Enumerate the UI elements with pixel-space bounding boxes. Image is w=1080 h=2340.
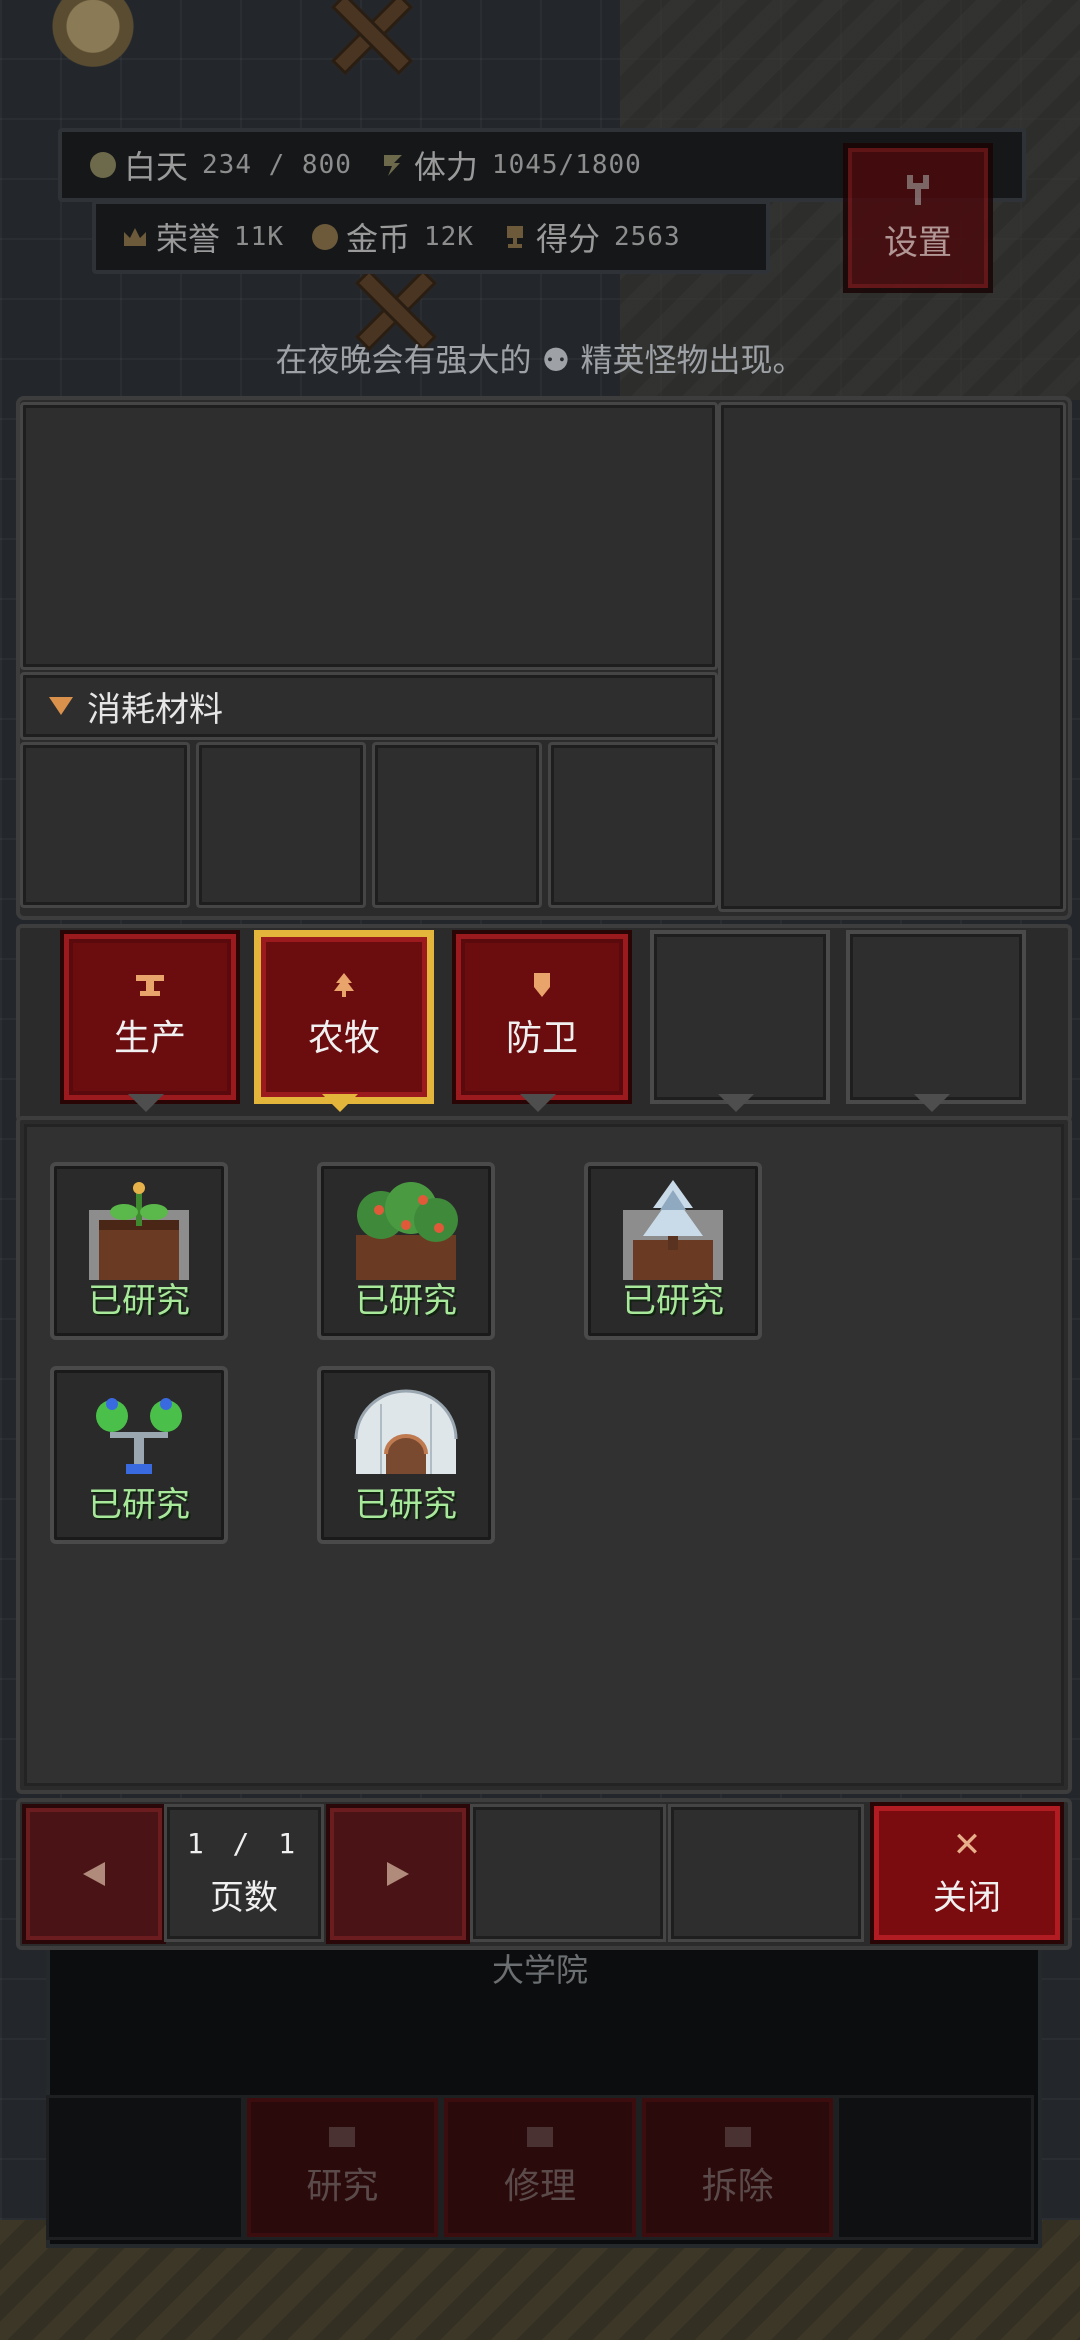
- repair-action-button[interactable]: 修理: [441, 2095, 639, 2240]
- status-bar-bottom: 荣誉 11K 金币 12K 得分 2563: [92, 200, 770, 274]
- research-description-box: [20, 402, 718, 670]
- researched-status: 已研究: [355, 1281, 457, 1321]
- stamina-value: 1045/1800: [491, 150, 642, 180]
- daytime-value: 234 / 800: [202, 150, 352, 180]
- material-slots: [20, 742, 718, 908]
- research-action-label: 研究: [306, 2165, 379, 2207]
- gold-stat: 金币 12K: [311, 214, 474, 260]
- demolish-action-label: 拆除: [701, 2165, 774, 2207]
- research-item-fruit-bush[interactable]: 已研究: [317, 1162, 495, 1340]
- wrench-icon: [907, 174, 929, 205]
- page-number: 1 / 1: [186, 1827, 302, 1860]
- settings-label: 设置: [884, 222, 952, 263]
- researched-status: 已研究: [622, 1281, 724, 1321]
- snow-pine-icon: [623, 1180, 723, 1280]
- honor-label: 荣誉: [156, 220, 221, 258]
- researched-status: 已研究: [88, 1485, 190, 1525]
- building-empty-slot: [836, 2095, 1034, 2240]
- research-item-potion-sprinkler[interactable]: 已研究: [50, 1366, 228, 1544]
- tab-defense-label: 防卫: [505, 1018, 578, 1059]
- building-title: 大学院: [491, 1951, 588, 1989]
- close-button[interactable]: ✕ 关闭: [870, 1802, 1064, 1944]
- stamina-label: 体力: [413, 148, 478, 186]
- demolish-icon: [724, 2126, 751, 2147]
- honor-stat: 荣誉 11K: [122, 214, 284, 260]
- research-preview-box: [718, 402, 1066, 912]
- sun-icon: [90, 152, 116, 178]
- tab-defense[interactable]: 防卫: [452, 930, 632, 1104]
- trophy-icon: [502, 224, 528, 250]
- tab-empty: [846, 930, 1026, 1104]
- tab-empty: [650, 930, 830, 1104]
- gold-label: 金币: [345, 220, 410, 258]
- down-arrow-icon: [49, 697, 73, 715]
- pager-empty-slot: [668, 1804, 864, 1942]
- prev-page-button[interactable]: [22, 1804, 166, 1944]
- research-item-igloo[interactable]: 已研究: [317, 1366, 495, 1544]
- close-icon: ✕: [952, 1824, 982, 1865]
- fruit-bush-icon: [356, 1182, 458, 1280]
- chevron-left-icon: [83, 1862, 105, 1886]
- coin-icon: [311, 224, 338, 250]
- pager-empty-slot: [470, 1804, 666, 1942]
- planter-icon: [89, 1182, 189, 1280]
- chevron-right-icon: [387, 1862, 409, 1886]
- honor-value: 11K: [234, 222, 284, 252]
- tree-icon: [334, 973, 354, 997]
- close-label: 关闭: [933, 1877, 1001, 1918]
- research-icon: [329, 2126, 356, 2147]
- next-page-button[interactable]: [326, 1804, 470, 1944]
- research-item-snow-pine[interactable]: 已研究: [584, 1162, 762, 1340]
- page-indicator: 1 / 1 页数: [164, 1804, 324, 1942]
- tab-production[interactable]: 生产: [60, 930, 240, 1104]
- score-label: 得分: [535, 220, 600, 258]
- repair-action-label: 修理: [503, 2165, 576, 2207]
- night-warning-text: 在夜晚会有强大的 ⚉ 精英怪物出现。: [275, 341, 805, 379]
- hammer-icon: [526, 2126, 553, 2147]
- shield-icon: [534, 973, 550, 997]
- player-avatar[interactable]: [38, 0, 148, 75]
- building-empty-slot: [46, 2095, 244, 2240]
- material-slot[interactable]: [20, 742, 190, 908]
- demolish-action-button[interactable]: 拆除: [638, 2095, 837, 2240]
- materials-label: 消耗材料: [87, 689, 223, 730]
- potion-sprinkler-icon: [96, 1398, 182, 1474]
- material-slot[interactable]: [196, 742, 366, 908]
- score-stat: 得分 2563: [502, 214, 681, 260]
- igloo-icon: [354, 1389, 458, 1474]
- researched-status: 已研究: [88, 1281, 190, 1321]
- tab-pointer: [914, 1094, 950, 1112]
- materials-header: 消耗材料: [20, 672, 718, 740]
- stamina-stat: 体力 1045/1800: [380, 142, 642, 188]
- settings-button[interactable]: 设置: [843, 143, 993, 293]
- daytime-stat: 白天 234 / 800: [90, 142, 352, 188]
- material-slot[interactable]: [372, 742, 542, 908]
- building-actions: 研究 修理 拆除: [46, 2095, 1034, 2240]
- tab-pointer: [520, 1094, 556, 1112]
- crossed-planks-decor: [322, 0, 412, 76]
- gold-value: 12K: [424, 222, 474, 252]
- page-label: 页数: [210, 1878, 278, 1918]
- tab-pointer: [718, 1094, 754, 1112]
- tab-production-label: 生产: [113, 1018, 186, 1059]
- daytime-label: 白天: [124, 148, 189, 186]
- lightning-icon: [380, 152, 406, 178]
- research-item-planter[interactable]: 已研究: [50, 1162, 228, 1340]
- crown-icon: [122, 224, 148, 250]
- material-slot[interactable]: [548, 742, 718, 908]
- tab-pointer: [128, 1094, 164, 1112]
- anvil-icon: [136, 975, 164, 996]
- research-action-button[interactable]: 研究: [243, 2095, 442, 2240]
- researched-status: 已研究: [355, 1485, 457, 1525]
- tab-farming[interactable]: 农牧: [254, 930, 434, 1104]
- score-value: 2563: [613, 222, 681, 252]
- tab-farming-label: 农牧: [307, 1018, 380, 1059]
- tab-pointer-selected: [322, 1094, 358, 1112]
